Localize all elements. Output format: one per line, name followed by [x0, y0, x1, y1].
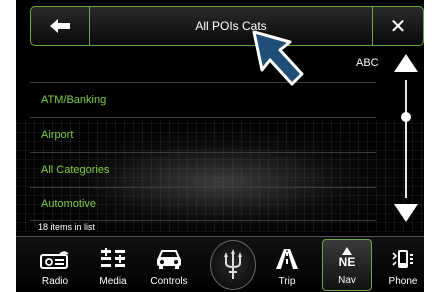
scrollbar-thumb[interactable]: [401, 112, 411, 122]
list-item-label: ATM/Banking: [41, 93, 107, 106]
trident-logo-icon: [224, 249, 242, 279]
list-item-automotive[interactable]: Automotive: [30, 187, 376, 221]
scrollbar-track[interactable]: [405, 80, 407, 198]
list-item-label: All Categories: [41, 163, 110, 176]
nav-trip-button[interactable]: Trip: [262, 239, 312, 291]
page-title: All POIs Cats: [195, 19, 267, 33]
car-icon: [157, 250, 181, 269]
nav-controls-label: Controls: [150, 276, 188, 287]
back-button[interactable]: [31, 7, 90, 45]
nav-nav-button[interactable]: NE Nav: [322, 239, 372, 291]
close-button[interactable]: ✕: [372, 7, 423, 45]
back-arrow-icon: [50, 19, 70, 33]
nav-media-label: Media: [99, 276, 127, 287]
header-bar: All POIs Cats ✕: [30, 6, 424, 46]
list-item-airport[interactable]: Airport: [30, 117, 376, 151]
list-item-atm-banking[interactable]: ATM/Banking: [30, 82, 376, 116]
item-count-label: 18 items in list: [38, 222, 96, 232]
nav-radio-label: Radio: [41, 276, 69, 287]
list-item-all-categories[interactable]: All Categories: [30, 152, 376, 186]
scroll-down-icon[interactable]: [394, 204, 418, 222]
abc-index-button[interactable]: ABC: [356, 57, 379, 69]
screen: All POIs Cats ✕ ABC ATM/Banking Airport …: [16, 0, 424, 292]
bottom-nav-bar: Radio Media Controls Trip NE Nav Phone: [16, 236, 424, 292]
pointer-cursor-icon: [252, 30, 304, 86]
compass-heading: NE: [338, 255, 356, 269]
nav-nav-label: Nav: [338, 275, 356, 286]
road-icon: [276, 249, 298, 269]
nav-phone-label: Phone: [388, 276, 418, 287]
phone-icon: [392, 250, 413, 268]
nav-media-button[interactable]: Media: [88, 239, 138, 291]
scroll-up-icon[interactable]: [394, 54, 418, 72]
media-icon: [101, 248, 125, 267]
close-icon: ✕: [389, 15, 407, 38]
list-item-label: Airport: [41, 128, 74, 141]
compass-icon: [341, 247, 352, 255]
list-item-label: Automotive: [41, 198, 97, 210]
radio-icon: [40, 251, 69, 269]
trident-logo-button[interactable]: [210, 240, 256, 290]
nav-phone-button[interactable]: Phone: [378, 239, 424, 291]
nav-controls-button[interactable]: Controls: [144, 239, 194, 291]
nav-radio-button[interactable]: Radio: [30, 239, 80, 291]
nav-trip-label: Trip: [278, 276, 296, 287]
